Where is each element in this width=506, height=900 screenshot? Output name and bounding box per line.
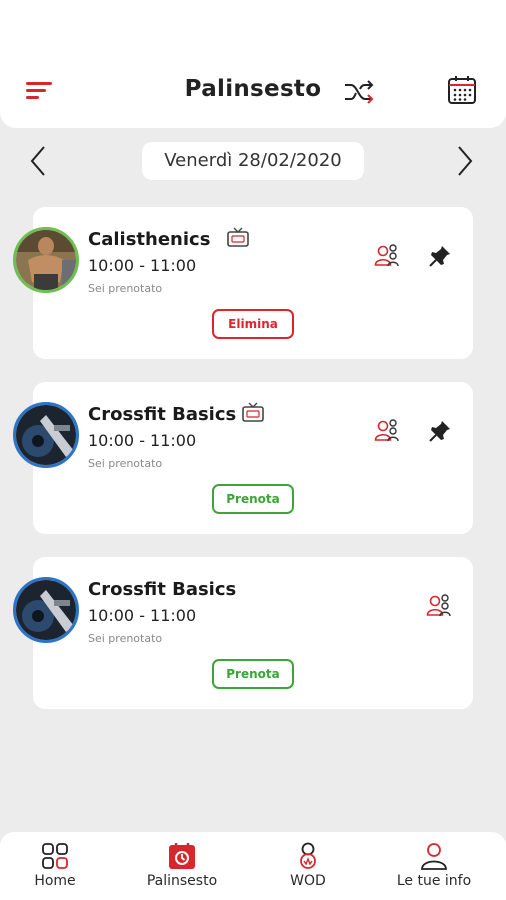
class-card[interactable]: Calisthenics 10:00 - 11:00 Sei prenotato… xyxy=(13,207,473,359)
booking-status: Sei prenotato xyxy=(88,282,163,295)
class-avatar xyxy=(13,577,79,643)
chevron-left-icon[interactable] xyxy=(28,145,48,177)
participants-icon[interactable] xyxy=(426,593,452,617)
booking-status: Sei prenotato xyxy=(88,457,163,470)
nav-label: Home xyxy=(34,873,76,889)
nav-label: Palinsesto xyxy=(146,873,218,889)
user-icon xyxy=(421,843,447,870)
nav-item-wod[interactable]: WOD xyxy=(245,832,371,900)
participants-icon[interactable] xyxy=(374,418,400,442)
top-app-bar: Palinsesto xyxy=(0,0,506,128)
home-grid-icon xyxy=(42,843,68,869)
nav-label: Le tue info xyxy=(396,873,472,889)
class-time: 10:00 - 11:00 xyxy=(88,256,197,275)
calendar-icon[interactable] xyxy=(447,75,477,105)
nav-item-palinsesto[interactable]: Palinsesto xyxy=(119,832,245,900)
class-card[interactable]: Crossfit Basics 10:00 - 11:00 Sei prenot… xyxy=(13,557,473,709)
participants-icon[interactable] xyxy=(374,243,400,267)
booking-status: Sei prenotato xyxy=(88,632,163,645)
schedule-icon xyxy=(169,843,195,869)
class-card[interactable]: Crossfit Basics 10:00 - 11:00 Sei prenot… xyxy=(13,382,473,534)
delete-booking-button[interactable]: Elimina xyxy=(212,309,294,339)
wod-icon xyxy=(300,842,316,869)
nav-label: WOD xyxy=(290,873,326,889)
class-avatar xyxy=(13,227,79,293)
page-title: Palinsesto xyxy=(184,76,322,102)
pin-icon[interactable] xyxy=(429,420,451,442)
class-time: 10:00 - 11:00 xyxy=(88,606,197,625)
tv-icon xyxy=(227,227,249,247)
tv-icon xyxy=(242,402,264,422)
class-name: Crossfit Basics xyxy=(88,404,237,425)
class-name: Crossfit Basics xyxy=(88,579,237,600)
shuffle-icon[interactable] xyxy=(343,78,375,106)
book-button[interactable]: Prenota xyxy=(212,484,294,514)
date-selector[interactable]: Venerdì 28/02/2020 xyxy=(142,142,364,180)
nav-item-home[interactable]: Home xyxy=(0,832,118,900)
class-name: Calisthenics xyxy=(88,229,211,250)
class-avatar xyxy=(13,402,79,468)
pin-icon[interactable] xyxy=(429,245,451,267)
class-time: 10:00 - 11:00 xyxy=(88,431,197,450)
book-button[interactable]: Prenota xyxy=(212,659,294,689)
nav-item-le-tue-info[interactable]: Le tue info xyxy=(371,832,497,900)
chevron-right-icon[interactable] xyxy=(455,145,475,177)
bottom-navigation: Home Palinsesto WOD Le tue info xyxy=(0,832,506,900)
